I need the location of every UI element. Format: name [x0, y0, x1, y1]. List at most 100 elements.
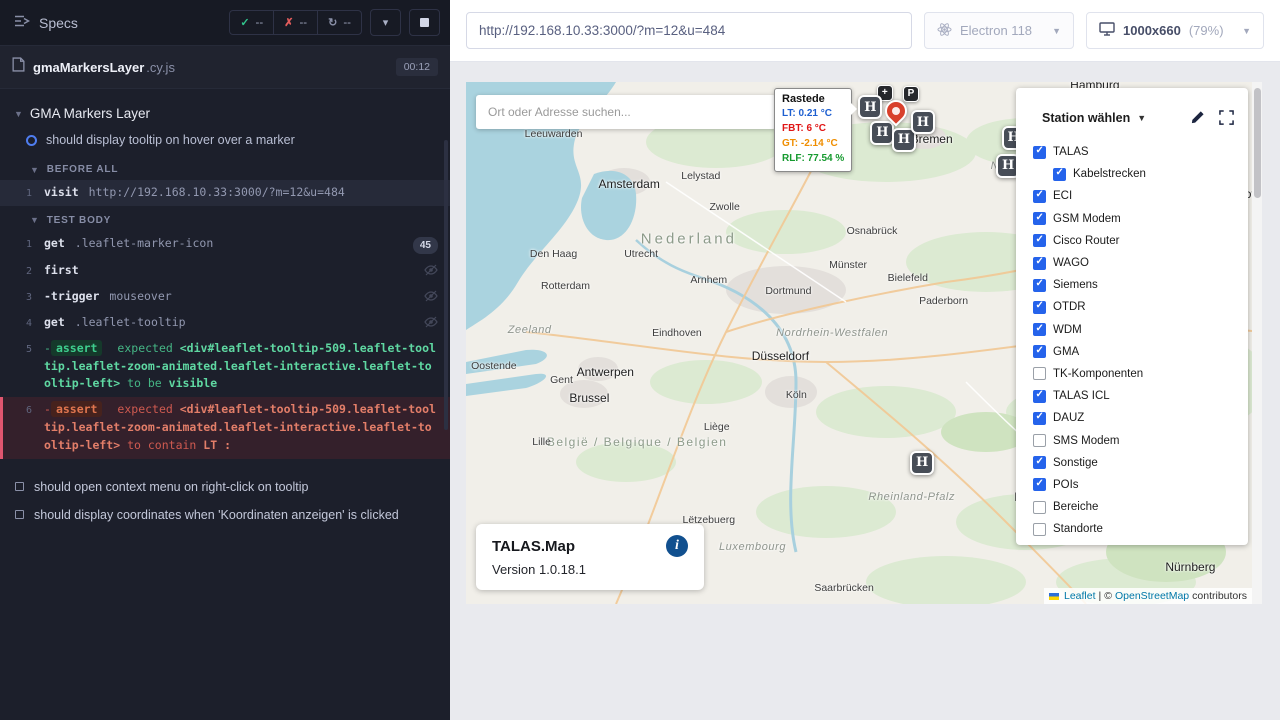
layer-checkbox-row[interactable]: Bereiche — [1033, 496, 1248, 518]
map-label: België / Belgique / Belgien — [547, 435, 728, 449]
layer-checkbox-row[interactable]: DAUZ — [1033, 407, 1248, 429]
checkbox[interactable] — [1033, 301, 1046, 314]
leaflet-link[interactable]: Leaflet — [1064, 590, 1096, 602]
checkbox[interactable] — [1033, 190, 1046, 203]
layer-checkbox-row[interactable]: ECI — [1033, 185, 1248, 207]
checkbox[interactable] — [1033, 478, 1046, 491]
test-body-section[interactable]: ▼ TEST BODY — [0, 206, 450, 231]
command-visit[interactable]: 1 visithttp://192.168.10.33:3000/?m=12&u… — [0, 180, 450, 206]
assert-passed[interactable]: 5 -assert expected <div#leaflet-tooltip-… — [0, 336, 450, 397]
layer-checkbox-row[interactable]: TALAS ICL — [1033, 385, 1248, 407]
checkbox[interactable] — [1033, 434, 1046, 447]
command-first[interactable]: 2 first — [0, 258, 450, 284]
checkbox[interactable] — [1033, 345, 1046, 358]
checkbox[interactable] — [1033, 257, 1046, 270]
checkbox[interactable] — [1033, 523, 1046, 536]
layer-label: Bereiche — [1053, 501, 1098, 513]
edit-button[interactable] — [1190, 110, 1205, 125]
suite-title[interactable]: ▼ GMA Markers Layer — [0, 99, 450, 128]
layer-label: TALAS — [1053, 146, 1089, 158]
layer-checkbox-row[interactable]: POIs — [1033, 474, 1248, 496]
osm-link[interactable]: OpenStreetMap — [1115, 590, 1189, 602]
specs-label: Specs — [39, 15, 78, 31]
checkbox[interactable] — [1033, 212, 1046, 225]
scrollbar-thumb[interactable] — [1254, 88, 1261, 198]
pending-test-row[interactable]: should display coordinates when 'Koordin… — [0, 501, 450, 529]
marker-tooltip[interactable]: Rastede LT: 0.21 °C FBT: 6 °C GT: -2.14 … — [774, 88, 852, 172]
pending-test-title: should open context menu on right-click … — [34, 480, 308, 494]
chevron-down-icon[interactable]: ▼ — [1137, 113, 1146, 123]
collapse-all-button[interactable]: ▾ — [370, 9, 401, 36]
specs-menu[interactable]: Specs — [14, 14, 78, 31]
map-label: Nürnberg — [1165, 560, 1215, 574]
checkbox[interactable] — [1033, 390, 1046, 403]
layer-checkbox-row[interactable]: Standorte — [1033, 518, 1248, 540]
map-marker[interactable]: H — [911, 110, 935, 134]
map-label: Den Haag — [530, 248, 577, 260]
address-bar[interactable] — [466, 12, 912, 49]
viewport-selector[interactable]: 1000x660 (79%) ▼ — [1086, 12, 1264, 49]
map-marker[interactable]: H — [858, 95, 882, 119]
url-input[interactable] — [479, 23, 899, 38]
map-marker[interactable]: H — [910, 451, 934, 475]
map-label: Amsterdam — [598, 177, 659, 191]
checkbox[interactable] — [1033, 456, 1046, 469]
before-all-section[interactable]: ▼ BEFORE ALL — [0, 155, 450, 180]
runner-stage: Electron 118 ▼ 1000x660 (79%) ▼ — [450, 0, 1280, 720]
map-label: Osnabrück — [847, 225, 898, 237]
layer-checkbox-row[interactable]: GMA — [1033, 341, 1248, 363]
fullscreen-button[interactable] — [1219, 110, 1234, 125]
sidebar-scrollbar[interactable] — [444, 140, 448, 430]
search-input[interactable] — [488, 105, 764, 119]
layer-checkbox-row[interactable]: TALAS — [1033, 141, 1248, 163]
checkbox[interactable] — [1033, 234, 1046, 247]
map-search-box[interactable] — [476, 95, 776, 129]
checkbox[interactable] — [1053, 168, 1066, 181]
map-label: Münster — [829, 259, 867, 271]
layer-label: Kabelstrecken — [1073, 168, 1146, 180]
assert-failed[interactable]: 6 -assert expected <div#leaflet-tooltip-… — [0, 397, 450, 458]
map-label: Liège — [704, 421, 730, 433]
layer-checkbox-row[interactable]: Siemens — [1033, 274, 1248, 296]
tooltip-value-row: FBT: 6 °C — [782, 121, 844, 136]
map-marker[interactable]: H — [870, 121, 894, 145]
stop-run-button[interactable] — [409, 9, 440, 36]
spec-file-row[interactable]: gmaMarkersLayer .cy.js 00:12 — [0, 46, 450, 89]
chevron-down-icon: ▼ — [1242, 26, 1251, 36]
pending-test-row[interactable]: should open context menu on right-click … — [0, 473, 450, 501]
command-get-tooltip[interactable]: 4 get.leaflet-tooltip — [0, 310, 450, 336]
command-get-markers[interactable]: 1 get.leaflet-marker-icon 45 — [0, 231, 450, 259]
station-select-label[interactable]: Station wählen — [1042, 111, 1130, 125]
map-scrollbar[interactable] — [1252, 82, 1262, 604]
checkbox[interactable] — [1033, 501, 1046, 514]
tooltip-value-row: RLF: 77.54 % — [782, 151, 844, 166]
info-icon[interactable]: i — [666, 535, 688, 557]
layer-label: Siemens — [1053, 279, 1098, 291]
layer-checkbox-row[interactable]: Cisco Router — [1033, 230, 1248, 252]
layer-checkbox-row[interactable]: Sonstige — [1033, 452, 1248, 474]
tooltip-value-row: LT: 0.21 °C — [782, 106, 844, 121]
checkbox[interactable] — [1033, 146, 1046, 159]
checkbox[interactable] — [1033, 412, 1046, 425]
checkbox[interactable] — [1033, 323, 1046, 336]
layer-checkbox-row[interactable]: Kabelstrecken — [1033, 163, 1248, 185]
layer-checkbox-row[interactable]: TK-Komponenten — [1033, 363, 1248, 385]
running-spinner-icon — [26, 135, 37, 146]
checkbox[interactable] — [1033, 279, 1046, 292]
layer-label: GSM Modem — [1053, 213, 1121, 225]
marker-glyph: H — [898, 132, 910, 147]
layer-checkbox-row[interactable]: SMS Modem — [1033, 429, 1248, 451]
layer-checkbox-row[interactable]: GSM Modem — [1033, 208, 1248, 230]
map-marker[interactable]: P — [903, 86, 919, 102]
layer-label: TK-Komponenten — [1053, 368, 1143, 380]
layer-checkbox-row[interactable]: OTDR — [1033, 296, 1248, 318]
layer-checkbox-row[interactable]: WAGO — [1033, 252, 1248, 274]
map-label: Saarbrücken — [814, 582, 874, 594]
ukraine-flag-icon — [1049, 593, 1059, 600]
leaflet-map[interactable]: Hamburg Bremen Hannover Niedersachsen Gr… — [466, 82, 1262, 604]
browser-selector[interactable]: Electron 118 ▼ — [924, 12, 1074, 49]
command-trigger[interactable]: 3 -triggermouseover — [0, 284, 450, 310]
running-test-title[interactable]: should display tooltip on hover over a m… — [0, 128, 450, 155]
checkbox[interactable] — [1033, 367, 1046, 380]
layer-checkbox-row[interactable]: WDM — [1033, 319, 1248, 341]
